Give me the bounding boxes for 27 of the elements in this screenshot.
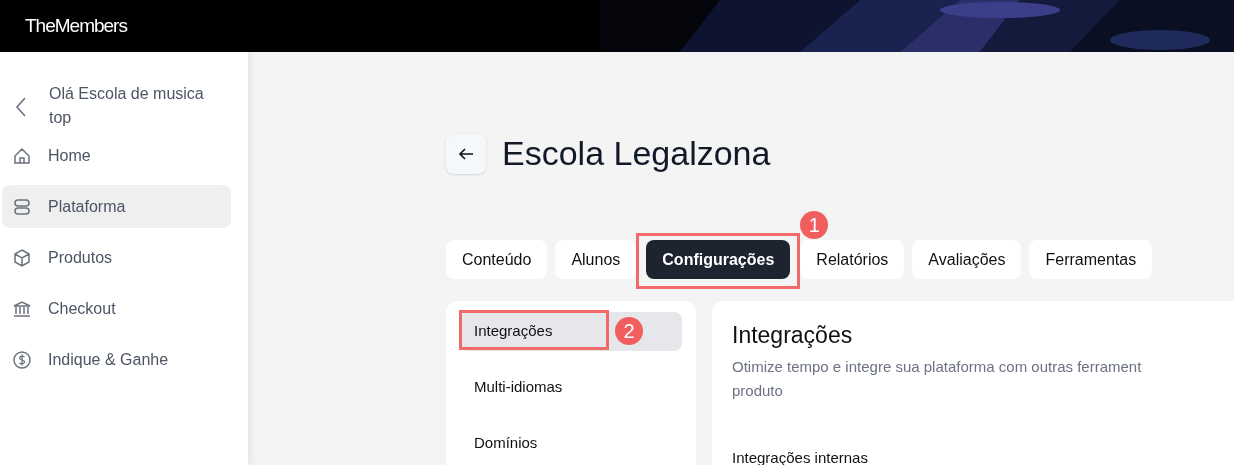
sidebar-item[interactable]: Home (2, 134, 231, 177)
back-arrow-icon (458, 146, 474, 161)
tab[interactable]: Avaliações (912, 240, 1022, 279)
callout-number: 1 (800, 211, 829, 239)
sidebar-item[interactable]: Plataforma (2, 185, 231, 228)
bank-icon (12, 298, 32, 319)
dollar-icon (12, 349, 32, 370)
settings-nav-item[interactable]: Multi-idiomas (460, 368, 682, 407)
settings-nav-item[interactable]: Domínios (460, 424, 682, 463)
home-icon (12, 145, 32, 166)
sidebar-item[interactable]: Checkout (2, 287, 231, 330)
back-button[interactable] (446, 133, 486, 174)
tab[interactable]: Configurações (646, 240, 791, 279)
tab[interactable]: Conteúdo (446, 240, 548, 279)
tab[interactable]: Ferramentas (1029, 240, 1153, 279)
back-icon[interactable] (14, 96, 28, 118)
panel-title: Integrações (732, 321, 854, 349)
page-title: Escola Legalzona (502, 133, 771, 174)
logo[interactable]: TheMembers (25, 11, 127, 41)
stacked-bars-icon (12, 196, 32, 217)
tab[interactable]: Relatórios (800, 240, 905, 279)
tab[interactable]: Alunos (555, 240, 637, 279)
greeting-text: Olá Escola de musica top (49, 84, 205, 128)
sidebar-item[interactable]: Indique & Ganhe (2, 338, 231, 381)
box-icon (12, 247, 32, 268)
sidebar-item[interactable]: Produtos (2, 236, 231, 279)
panel-description: Otimize tempo e integre sua plataforma com outras ferrament produto (732, 357, 1143, 401)
